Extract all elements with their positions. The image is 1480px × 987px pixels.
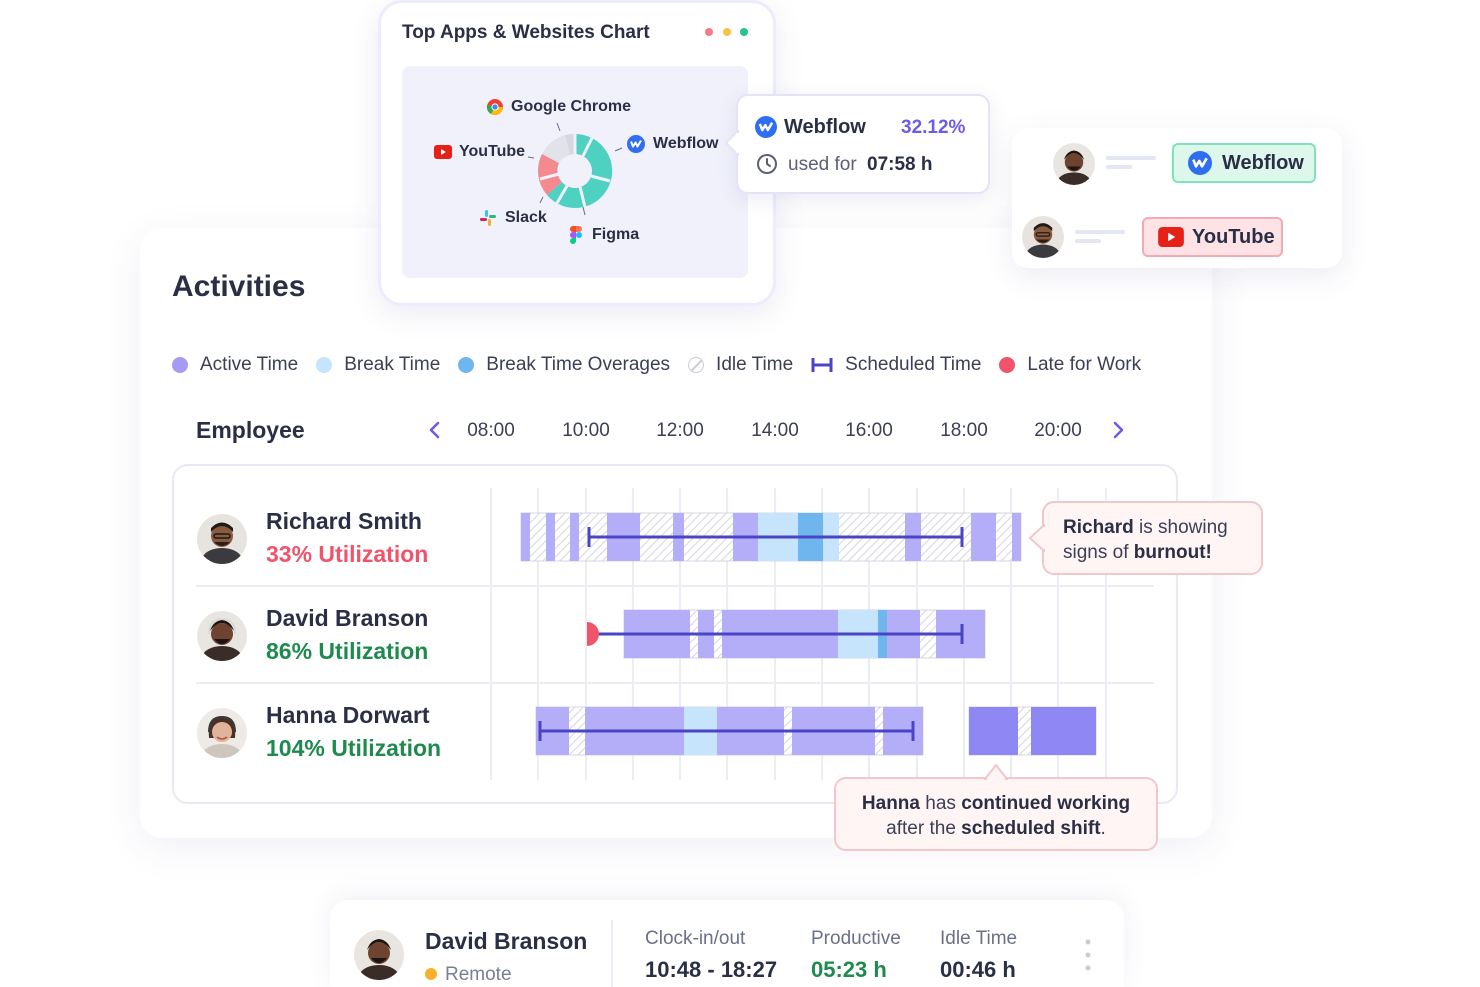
burnout-callout: Richard is showing signs of burnout!: [1042, 501, 1263, 575]
webflow-icon: [627, 135, 645, 153]
avatar-david[interactable]: [354, 930, 404, 980]
window-dots-icon: [705, 28, 748, 36]
connector-lines-icon: [1106, 156, 1156, 169]
status-employee-name: David Branson: [425, 928, 588, 954]
callout-emphasis: scheduled shift: [961, 818, 1101, 839]
clock-label: Clock-in/out: [645, 928, 746, 949]
active-segment: [1012, 513, 1021, 561]
employee-utilization: 33% Utilization: [266, 541, 429, 567]
callout-text: .: [1100, 818, 1106, 839]
callout-emphasis: burnout!: [1133, 542, 1212, 563]
assigned-app-pill-webflow[interactable]: Webflow: [1172, 143, 1316, 183]
callout-text: signs of: [1063, 542, 1134, 563]
app-name: Webflow: [653, 135, 719, 152]
youtube-icon: [434, 145, 452, 159]
productive-value: 05:23 h: [811, 957, 887, 982]
status-location: Remote: [445, 964, 512, 985]
overtime-segment: [969, 707, 1018, 755]
webflow-icon: [755, 116, 777, 138]
active-segment: [971, 513, 996, 561]
callout-name: Hanna: [861, 793, 920, 814]
late-marker: [587, 622, 599, 646]
row-divider: [196, 682, 1154, 684]
active-segment: [570, 513, 579, 561]
avatar-hanna[interactable]: [197, 708, 247, 758]
richard-timeline: [520, 512, 1022, 562]
popup-percent: 32.12%: [901, 117, 966, 138]
figma-icon: [570, 226, 582, 244]
david-timeline: [587, 609, 986, 659]
popup-app-name: Webflow: [784, 116, 866, 138]
chrome-icon: [486, 99, 503, 116]
employee-utilization: 104% Utilization: [266, 735, 442, 761]
app-name: Slack: [505, 209, 547, 226]
app-label-webflow: Webflow: [627, 135, 718, 153]
status-divider: [611, 920, 613, 987]
avatar-richard[interactable]: [197, 514, 247, 564]
connector-lines-icon: [1075, 230, 1125, 243]
assigned-app-pill-youtube[interactable]: YouTube: [1142, 217, 1283, 257]
popup-pointer: [724, 130, 740, 156]
callout-text: has: [919, 793, 962, 814]
avatar-richard[interactable]: [1022, 216, 1064, 258]
callout-pointer: [1028, 524, 1046, 552]
row-divider: [196, 585, 1154, 587]
location-dot-icon: [425, 968, 437, 980]
popup-duration: 07:58 h: [867, 154, 933, 175]
top-apps-title: Top Apps & Websites Chart: [402, 22, 650, 43]
app-name: Google Chrome: [511, 98, 632, 115]
app-label-slack: Slack: [479, 209, 547, 227]
avatar-david[interactable]: [197, 611, 247, 661]
app-label-youtube: YouTube: [434, 143, 525, 161]
overtime-segment: [1031, 707, 1096, 755]
app-label-figma: Figma: [570, 226, 639, 244]
app-label-chrome: Google Chrome: [486, 98, 631, 116]
webflow-icon: [1188, 151, 1212, 175]
employee-utilization: 86% Utilization: [266, 638, 429, 664]
clock-icon: [757, 154, 777, 174]
app-name: YouTube: [459, 143, 526, 160]
callout-text: is showing: [1133, 517, 1228, 538]
callout-name: Richard: [1063, 517, 1134, 538]
callout-pointer: [984, 763, 1008, 781]
hanna-timeline: [535, 706, 1097, 756]
idle-value: 00:46 h: [940, 957, 1016, 982]
idle-label: Idle Time: [940, 928, 1018, 949]
slack-icon: [480, 210, 496, 226]
pill-label: YouTube: [1192, 225, 1275, 248]
overtime-callout: Hanna has continued working after the sc…: [834, 777, 1158, 851]
youtube-icon: [1158, 227, 1184, 247]
productive-label: Productive: [811, 928, 901, 949]
webflow-usage-popup: [736, 94, 990, 194]
employee-name: Hanna Dorwart: [266, 702, 430, 728]
pill-label: Webflow: [1222, 151, 1304, 174]
clock-value: 10:48 - 18:27: [645, 957, 778, 982]
app-name: Figma: [592, 226, 640, 243]
avatar-david[interactable]: [1053, 143, 1095, 185]
employee-name: Richard Smith: [266, 508, 422, 534]
callout-emphasis: continued working: [961, 793, 1131, 814]
callout-text: after the: [886, 818, 962, 839]
employee-name: David Branson: [266, 605, 429, 631]
active-segment: [546, 513, 555, 561]
more-options-icon[interactable]: [1083, 938, 1093, 972]
active-segment: [521, 513, 530, 561]
popup-used-for-label: used for: [788, 154, 857, 175]
